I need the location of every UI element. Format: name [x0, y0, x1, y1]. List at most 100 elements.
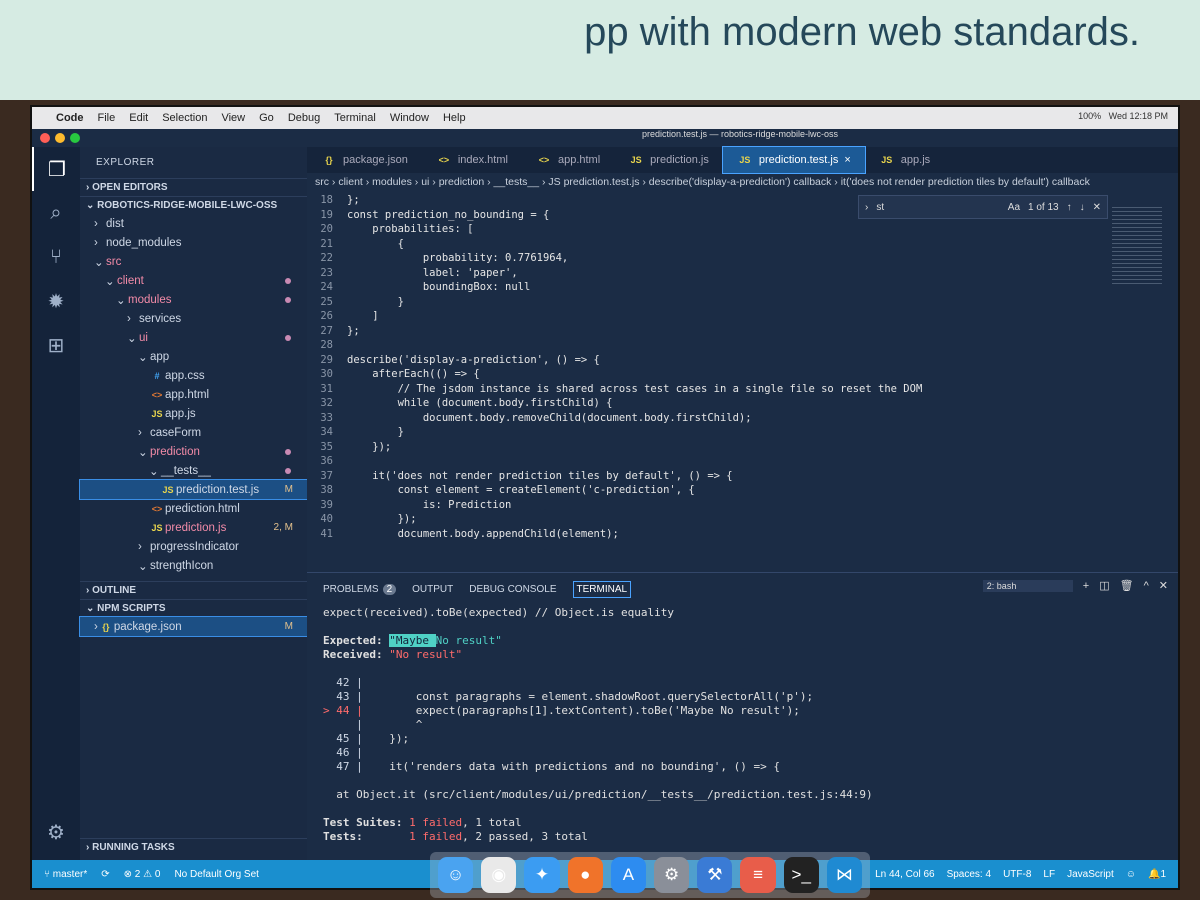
zoom-window-button[interactable]	[70, 133, 80, 143]
folder-item[interactable]: ⌄ strengthIcon	[80, 556, 307, 575]
running-tasks-section[interactable]: › RUNNING TASKS	[80, 838, 307, 856]
system-preferences-icon[interactable]: ⚙	[654, 857, 690, 893]
app-store-icon[interactable]: A	[610, 857, 647, 893]
folder-item[interactable]: › progressIndicator	[80, 537, 307, 556]
tab-label: prediction.js	[650, 154, 709, 166]
project-section[interactable]: ⌄ ROBOTICS-RIDGE-MOBILE-LWC-OSS	[80, 196, 307, 214]
line-ending[interactable]: LF	[1043, 869, 1055, 880]
encoding[interactable]: UTF-8	[1003, 869, 1031, 880]
smiley-icon[interactable]: ☺	[1126, 869, 1136, 880]
file-type-icon: JS	[881, 155, 893, 165]
problems-indicator[interactable]: ⊗ 2 ⚠ 0	[124, 869, 161, 880]
tab-label: app.js	[900, 154, 931, 166]
close-icon[interactable]: ✕	[1093, 202, 1101, 213]
breadcrumb[interactable]: src › client › modules › ui › prediction…	[307, 173, 1178, 193]
org-indicator[interactable]: No Default Org Set	[174, 869, 258, 880]
minimap[interactable]	[1112, 207, 1162, 287]
code-line: 23 label: 'paper',	[307, 266, 1178, 281]
file-item[interactable]: JS prediction.js 2, M	[80, 518, 307, 537]
tab-prediction-test-js[interactable]: JS prediction.test.js ×	[721, 146, 866, 174]
terminal-output[interactable]: expect(received).toBe(expected) // Objec…	[307, 606, 1178, 844]
messages-icon[interactable]: ≡	[740, 857, 776, 893]
gear-icon[interactable]: ⚙	[32, 810, 80, 854]
safari-icon[interactable]: ✦	[524, 857, 560, 893]
chrome-icon[interactable]: ◉	[481, 857, 517, 893]
match-case-button[interactable]: Aa	[1008, 202, 1020, 213]
tab-app-html[interactable]: <> app.html	[522, 147, 614, 173]
tab-index-html[interactable]: <> index.html	[422, 147, 522, 173]
branch-indicator[interactable]: ⑂ master*	[44, 869, 87, 880]
folder-item[interactable]: › dist	[80, 214, 307, 233]
close-icon[interactable]: ✕	[1159, 579, 1168, 592]
trash-icon[interactable]: 🗑	[1120, 579, 1134, 592]
menu-selection[interactable]: Selection	[162, 112, 207, 124]
line-text: const element = createElement('c-predict…	[347, 484, 695, 496]
search-icon[interactable]: ⌕	[32, 191, 80, 235]
tab-prediction-js[interactable]: JS prediction.js	[614, 147, 723, 173]
minimize-window-button[interactable]	[55, 133, 65, 143]
vscode-icon[interactable]: ⋈	[826, 857, 863, 893]
line-number: 22	[320, 252, 333, 264]
folder-item[interactable]: ⌄ prediction	[80, 442, 307, 461]
language-mode[interactable]: JavaScript	[1067, 869, 1114, 880]
arrow-down-icon[interactable]: ↓	[1080, 202, 1085, 213]
menu-go[interactable]: Go	[259, 112, 274, 124]
file-item[interactable]: <> prediction.html	[80, 499, 307, 518]
menu-terminal[interactable]: Terminal	[334, 112, 376, 124]
sync-icon[interactable]: ⟳	[101, 869, 109, 880]
folder-item[interactable]: ⌄ client	[80, 271, 307, 290]
explorer-icon[interactable]: ❐	[32, 147, 80, 191]
folder-item[interactable]: › services	[80, 309, 307, 328]
extensions-icon[interactable]: ⊞	[32, 323, 80, 367]
folder-item[interactable]: › caseForm	[80, 423, 307, 442]
tab-terminal[interactable]: TERMINAL	[572, 581, 632, 598]
menu-edit[interactable]: Edit	[129, 112, 148, 124]
file-item[interactable]: <> app.html	[80, 385, 307, 404]
close-icon[interactable]: ×	[844, 154, 850, 166]
folder-item[interactable]: ⌄ ui	[80, 328, 307, 347]
menu-view[interactable]: View	[221, 112, 245, 124]
code-editor[interactable]: 18}; 19 const prediction_no_bounding = {20…	[307, 193, 1178, 541]
tab-package-json[interactable]: {} package.json	[307, 147, 422, 173]
open-editors-section[interactable]: › OPEN EDITORS	[80, 178, 307, 196]
npm-package-json[interactable]: › {} package.json M	[79, 616, 308, 637]
tab-debug-console[interactable]: DEBUG CONSOLE	[469, 584, 556, 595]
folder-item[interactable]: ⌄ src	[80, 252, 307, 271]
menu-help[interactable]: Help	[443, 112, 466, 124]
file-item[interactable]: # app.css	[80, 366, 307, 385]
menu-debug[interactable]: Debug	[288, 112, 320, 124]
folder-item[interactable]: ⌄ __tests__	[80, 461, 307, 480]
find-input[interactable]: st	[876, 202, 999, 213]
menu-file[interactable]: File	[98, 112, 116, 124]
indentation[interactable]: Spaces: 4	[947, 869, 991, 880]
folder-item[interactable]: ⌄ modules	[80, 290, 307, 309]
menu-app[interactable]: Code	[56, 112, 84, 124]
arrow-up-icon[interactable]: ↑	[1067, 202, 1072, 213]
tab-app-js[interactable]: JS app.js	[865, 147, 944, 173]
chevron-up-icon[interactable]: ^	[1144, 580, 1149, 592]
debug-icon[interactable]: ✹	[32, 279, 80, 323]
close-window-button[interactable]	[40, 133, 50, 143]
firefox-icon[interactable]: ●	[567, 857, 603, 893]
plus-icon[interactable]: +	[1083, 580, 1089, 592]
folder-item[interactable]: › node_modules	[80, 233, 307, 252]
chevron-right-icon[interactable]: ›	[865, 202, 868, 213]
file-item[interactable]: JS prediction.test.js M	[79, 479, 308, 500]
notifications-indicator[interactable]: 🔔1	[1148, 869, 1166, 880]
outline-section[interactable]: › OUTLINE	[80, 581, 307, 599]
source-control-icon[interactable]: ⑂	[32, 235, 80, 279]
npm-scripts-section[interactable]: ⌄ NPM SCRIPTS	[80, 599, 307, 617]
folder-item[interactable]: ⌄ app	[80, 347, 307, 366]
file-item[interactable]: JS app.js	[80, 404, 307, 423]
split-icon[interactable]: ◫	[1099, 579, 1109, 592]
snippet-line: 42 |	[323, 676, 1162, 690]
terminal-icon[interactable]: >_	[783, 857, 819, 893]
terminal-select[interactable]: 2: bash	[982, 579, 1073, 592]
tab-output[interactable]: OUTPUT	[412, 584, 453, 595]
tab-problems[interactable]: PROBLEMS 2	[323, 584, 397, 595]
file-label: prediction.js	[165, 521, 227, 534]
finder-icon[interactable]: ☺	[438, 857, 474, 893]
menu-window[interactable]: Window	[390, 112, 429, 124]
cursor-position[interactable]: Ln 44, Col 66	[875, 869, 935, 880]
xcode-icon[interactable]: ⚒	[697, 857, 733, 893]
